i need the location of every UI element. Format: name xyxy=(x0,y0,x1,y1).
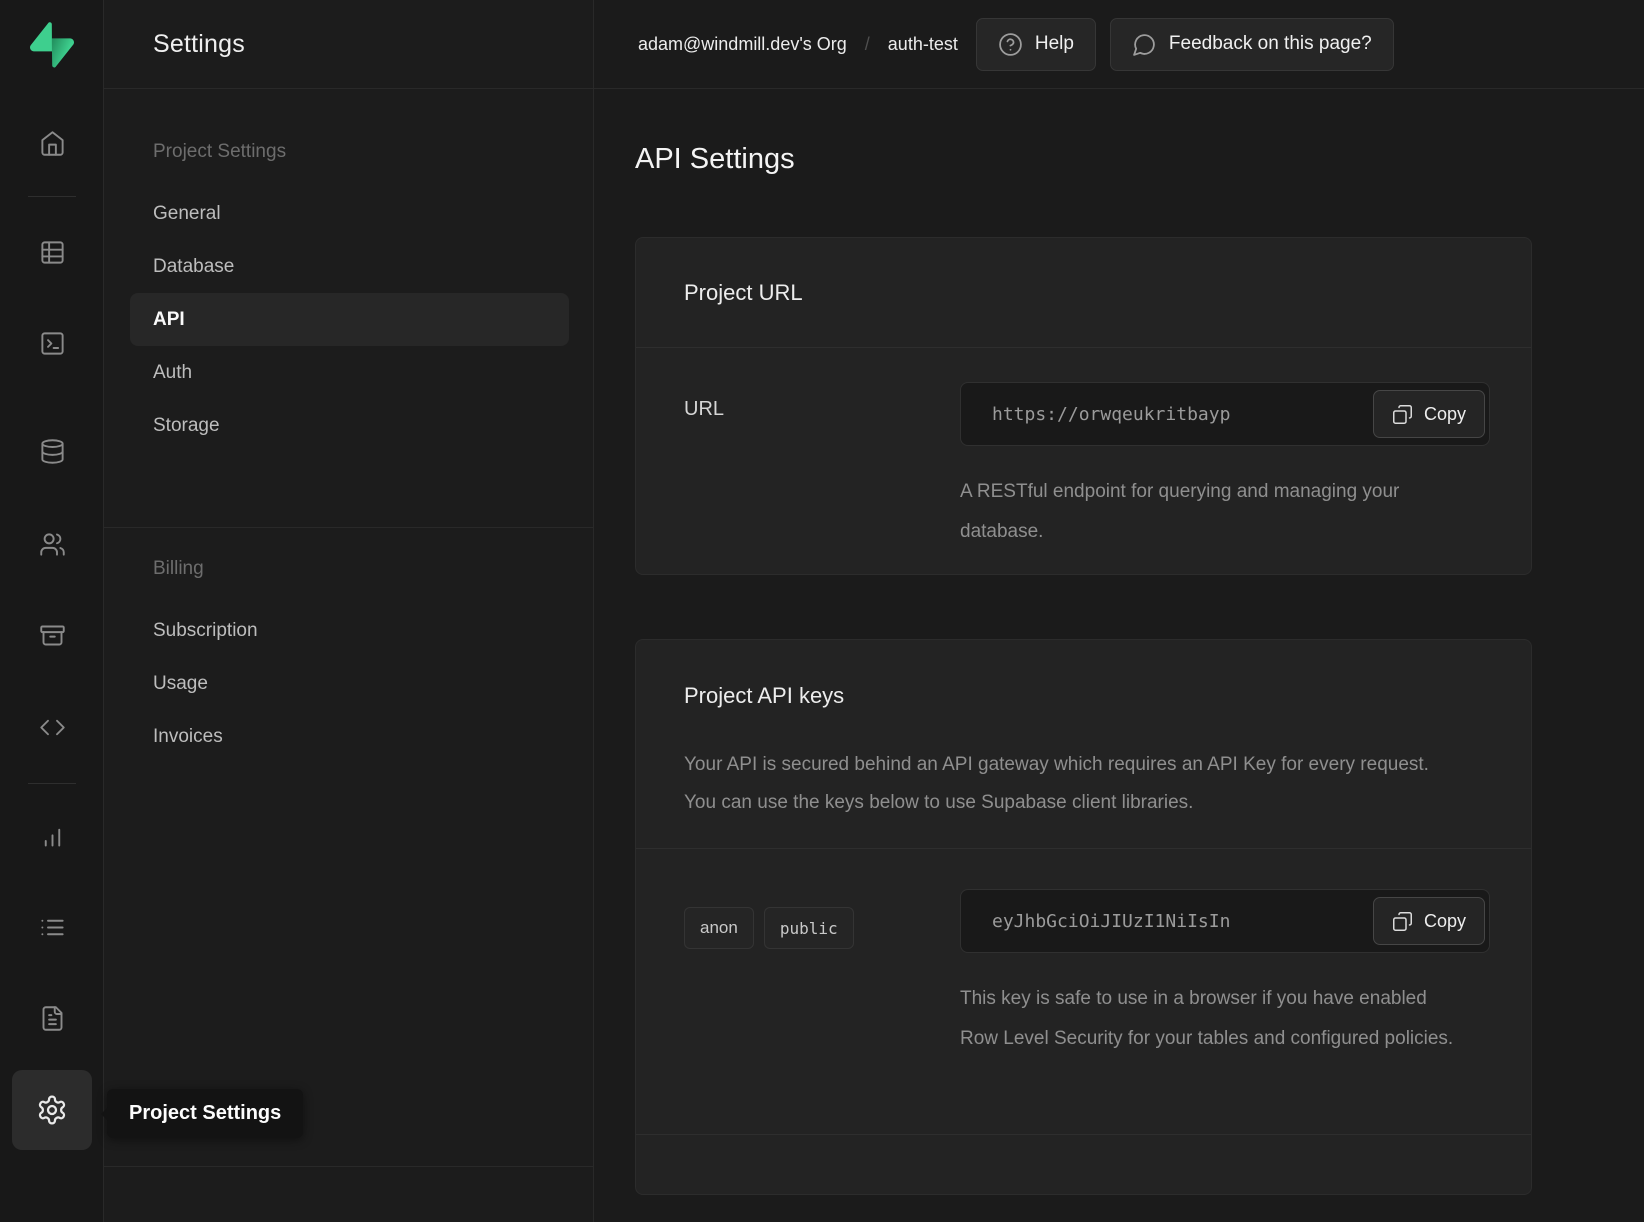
sidebar-item-invoices[interactable]: Invoices xyxy=(130,710,569,763)
settings-gear-icon xyxy=(36,1094,68,1126)
anon-key-badges-col: anon public xyxy=(684,889,960,1059)
sidebar-item-api[interactable]: API xyxy=(130,293,569,346)
api-keys-card-title: Project API keys xyxy=(684,682,1483,710)
next-key-row-divider xyxy=(636,1134,1531,1194)
sidebar-item-general[interactable]: General xyxy=(130,187,569,240)
anon-key-badges: anon public xyxy=(684,905,960,949)
panel-bottom-divider xyxy=(104,1166,593,1167)
tooltip-arrow xyxy=(101,1107,108,1121)
supabase-logo[interactable] xyxy=(30,22,74,68)
sidebar-item-subscription[interactable]: Subscription xyxy=(130,604,569,657)
url-input-wrap: https://orwqeukritbayp Copy xyxy=(960,382,1490,446)
tooltip-text: Project Settings xyxy=(129,1102,281,1125)
docs-icon[interactable] xyxy=(32,998,72,1038)
api-settings-content: API Settings Project URL URL https://orw… xyxy=(594,89,1644,1195)
project-settings-tooltip: Project Settings xyxy=(107,1089,303,1138)
project-url-card: Project URL URL https://orwqeukritbayp C… xyxy=(635,237,1532,575)
nav-section-label: Project Settings xyxy=(130,139,569,165)
code-icon[interactable] xyxy=(32,707,72,747)
sql-editor-icon[interactable] xyxy=(32,323,72,363)
project-api-keys-card: Project API keys Your API is secured beh… xyxy=(635,639,1532,1195)
anon-key-copy-label: Copy xyxy=(1424,911,1466,932)
reports-icon[interactable] xyxy=(32,816,72,856)
url-copy-label: Copy xyxy=(1424,404,1466,425)
url-label-col: URL xyxy=(684,382,960,552)
icon-rail xyxy=(0,0,104,1222)
rail-divider xyxy=(28,196,76,197)
anon-key-value-col: eyJhbGciOiJIUzI1NiIsIn Copy This key is … xyxy=(960,889,1490,1059)
database-icon[interactable] xyxy=(32,431,72,471)
sidebar-item-usage[interactable]: Usage xyxy=(130,657,569,710)
public-badge: public xyxy=(764,907,854,949)
settings-panel-title: Settings xyxy=(153,30,245,59)
table-editor-icon[interactable] xyxy=(32,232,72,272)
home-icon[interactable] xyxy=(32,123,72,163)
url-field-row: URL https://orwqeukritbayp Copy A RESTfu… xyxy=(636,348,1531,574)
rail-divider xyxy=(28,783,76,784)
nav-section-label: Billing xyxy=(130,556,569,582)
anon-key-description: This key is safe to use in a browser if … xyxy=(960,979,1460,1059)
anon-key-copy-button[interactable]: Copy xyxy=(1373,897,1485,945)
url-copy-button[interactable]: Copy xyxy=(1373,390,1485,438)
api-keys-card-header: Project API keys Your API is secured beh… xyxy=(636,640,1531,849)
logs-icon[interactable] xyxy=(32,907,72,947)
anon-key-row: anon public eyJhbGciOiJIUzI1NiIsIn Copy … xyxy=(636,849,1531,1134)
sidebar-item-database[interactable]: Database xyxy=(130,240,569,293)
breadcrumb-separator: / xyxy=(865,34,870,55)
auth-users-icon[interactable] xyxy=(32,524,72,564)
anon-badge: anon xyxy=(684,907,754,949)
url-description: A RESTful endpoint for querying and mana… xyxy=(960,472,1420,552)
nav-section-project-settings: Project Settings General Database API Au… xyxy=(104,89,593,452)
help-button[interactable]: Help xyxy=(976,18,1096,71)
settings-panel-header: Settings xyxy=(104,0,593,89)
sidebar-item-storage[interactable]: Storage xyxy=(130,399,569,452)
help-circle-icon xyxy=(998,32,1023,57)
settings-gear-button[interactable] xyxy=(12,1070,92,1150)
api-keys-card-description: Your API is secured behind an API gatewa… xyxy=(684,746,1483,822)
feedback-button-label: Feedback on this page? xyxy=(1169,33,1372,55)
main-area: adam@windmill.dev's Org / auth-test Help… xyxy=(594,0,1644,1222)
project-url-card-title: Project URL xyxy=(684,280,803,306)
url-value-col: https://orwqeukritbayp Copy A RESTful en… xyxy=(960,382,1490,552)
anon-key-input-wrap: eyJhbGciOiJIUzI1NiIsIn Copy xyxy=(960,889,1490,953)
message-bubble-icon xyxy=(1132,32,1157,57)
project-url-card-header: Project URL xyxy=(636,238,1531,348)
top-header: adam@windmill.dev's Org / auth-test Help… xyxy=(594,0,1644,89)
api-keys-description-line1: Your API is secured behind an API gatewa… xyxy=(684,746,1483,784)
feedback-button[interactable]: Feedback on this page? xyxy=(1110,18,1394,71)
api-keys-description-line2: You can use the keys below to use Supaba… xyxy=(684,784,1483,822)
nav-section-billing: Billing Subscription Usage Invoices xyxy=(104,528,593,763)
storage-icon[interactable] xyxy=(32,615,72,655)
breadcrumb-project[interactable]: auth-test xyxy=(888,34,958,55)
page-title: API Settings xyxy=(635,141,1644,177)
sidebar-item-auth[interactable]: Auth xyxy=(130,346,569,399)
settings-nav-panel: Settings Project Settings General Databa… xyxy=(104,0,594,1222)
help-button-label: Help xyxy=(1035,33,1074,55)
url-field-label: URL xyxy=(684,398,960,421)
copy-icon xyxy=(1392,911,1413,932)
breadcrumb-org[interactable]: adam@windmill.dev's Org xyxy=(638,34,847,55)
copy-icon xyxy=(1392,404,1413,425)
